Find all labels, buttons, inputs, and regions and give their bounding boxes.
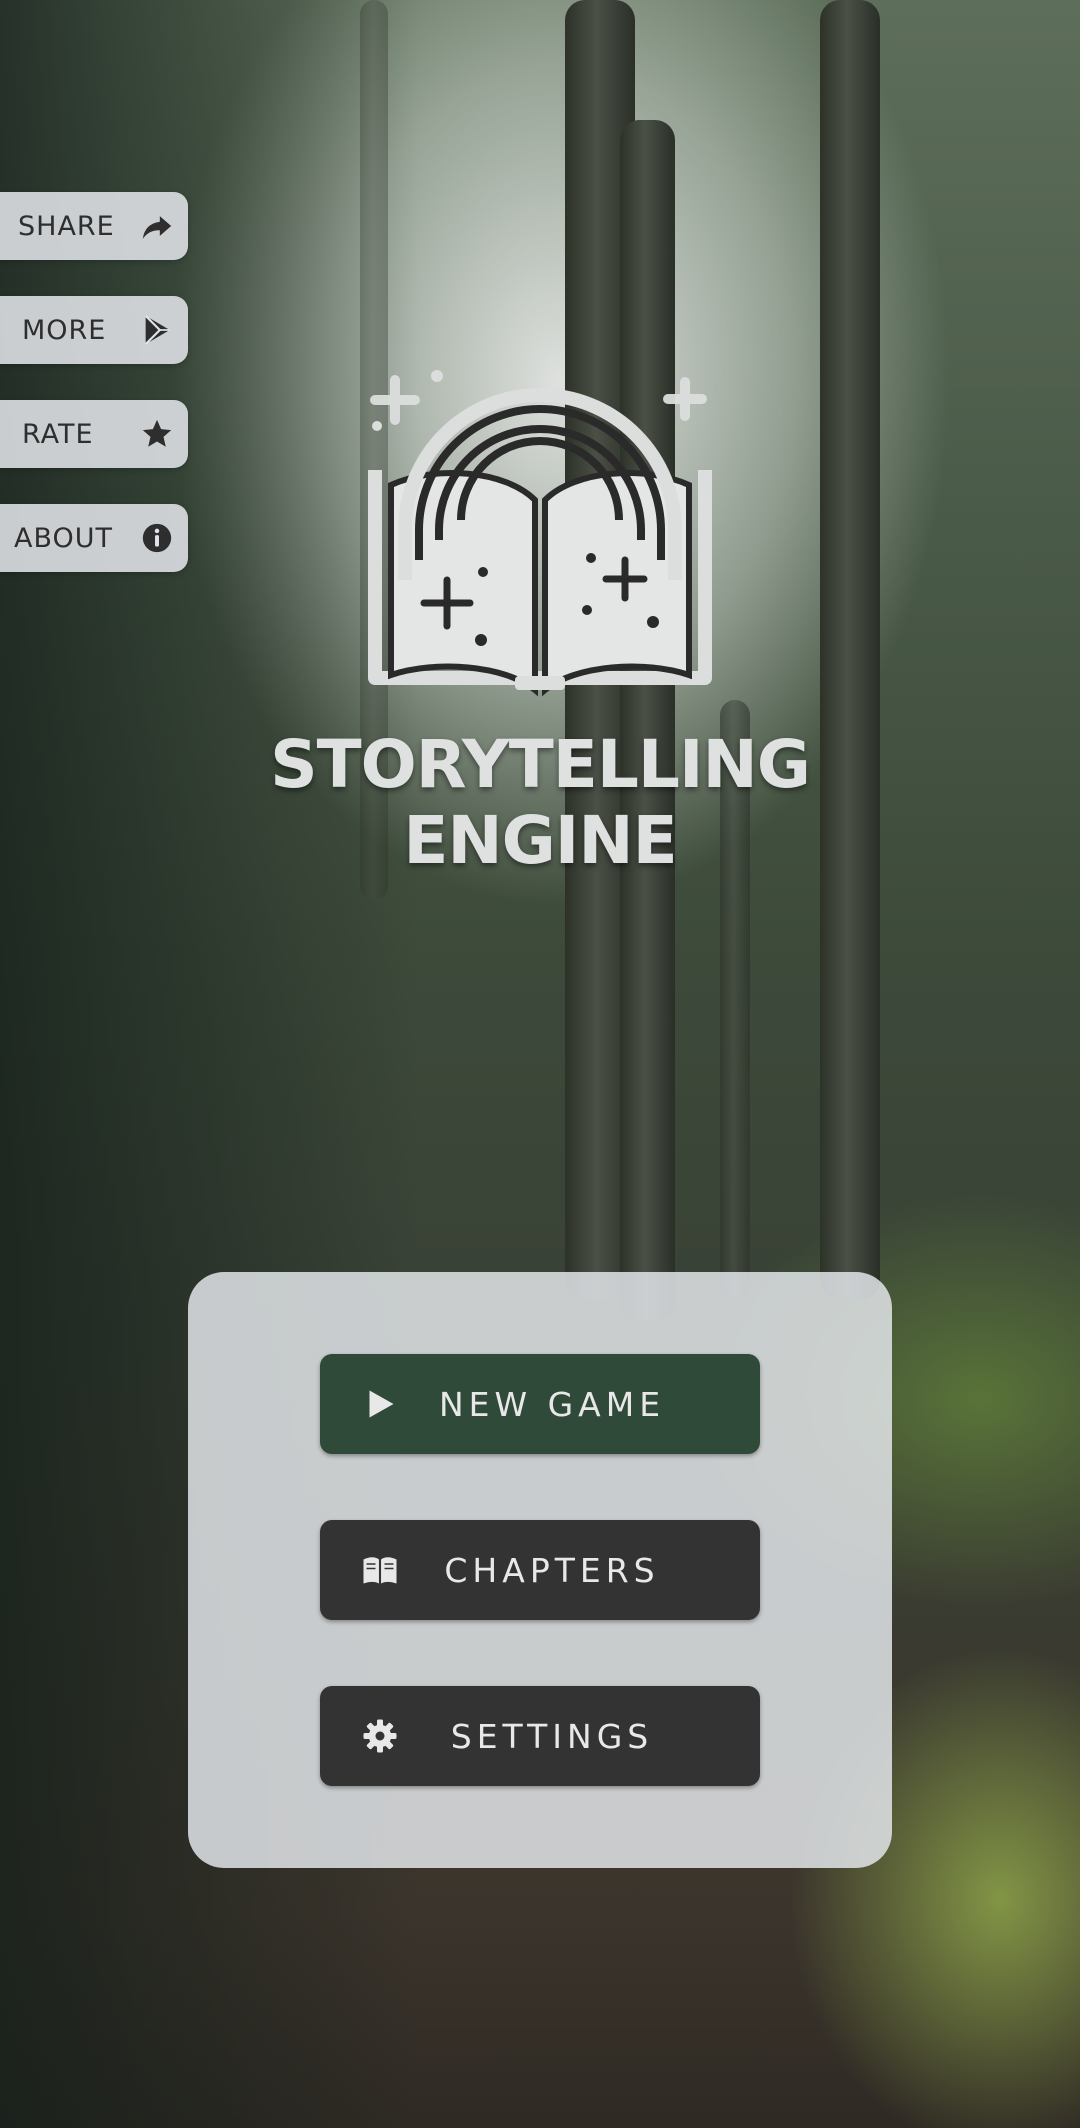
play-icon: [369, 1390, 394, 1418]
more-button[interactable]: MORE: [0, 296, 188, 364]
settings-label: SETTINGS: [450, 1716, 654, 1756]
more-label: MORE: [22, 314, 107, 346]
new-game-label: NEW GAME: [438, 1384, 666, 1424]
game-title-line1: STORYTELLING: [270, 726, 811, 803]
about-label: ABOUT: [14, 522, 114, 554]
rate-label: RATE: [22, 418, 94, 450]
about-button[interactable]: ABOUT: [0, 504, 188, 572]
main-menu-panel: NEW GAME CHAPTERS SETTINGS: [188, 1272, 892, 1868]
chapters-label: CHAPTERS: [444, 1550, 660, 1590]
open-book-icon: [363, 1557, 397, 1584]
star-icon: [142, 419, 172, 447]
game-title-line2: ENGINE: [403, 802, 677, 879]
gear-icon: [363, 1719, 397, 1753]
play-store-icon: [144, 315, 170, 345]
rate-button[interactable]: RATE: [0, 400, 188, 468]
chapters-button[interactable]: CHAPTERS: [320, 1520, 760, 1620]
book-rainbow-logo-icon: [368, 370, 712, 697]
settings-button[interactable]: SETTINGS: [320, 1686, 760, 1786]
share-arrow-icon: [142, 216, 172, 239]
share-button[interactable]: SHARE: [0, 192, 188, 260]
share-label: SHARE: [18, 210, 115, 242]
new-game-button[interactable]: NEW GAME: [320, 1354, 760, 1454]
info-icon: [142, 523, 172, 553]
